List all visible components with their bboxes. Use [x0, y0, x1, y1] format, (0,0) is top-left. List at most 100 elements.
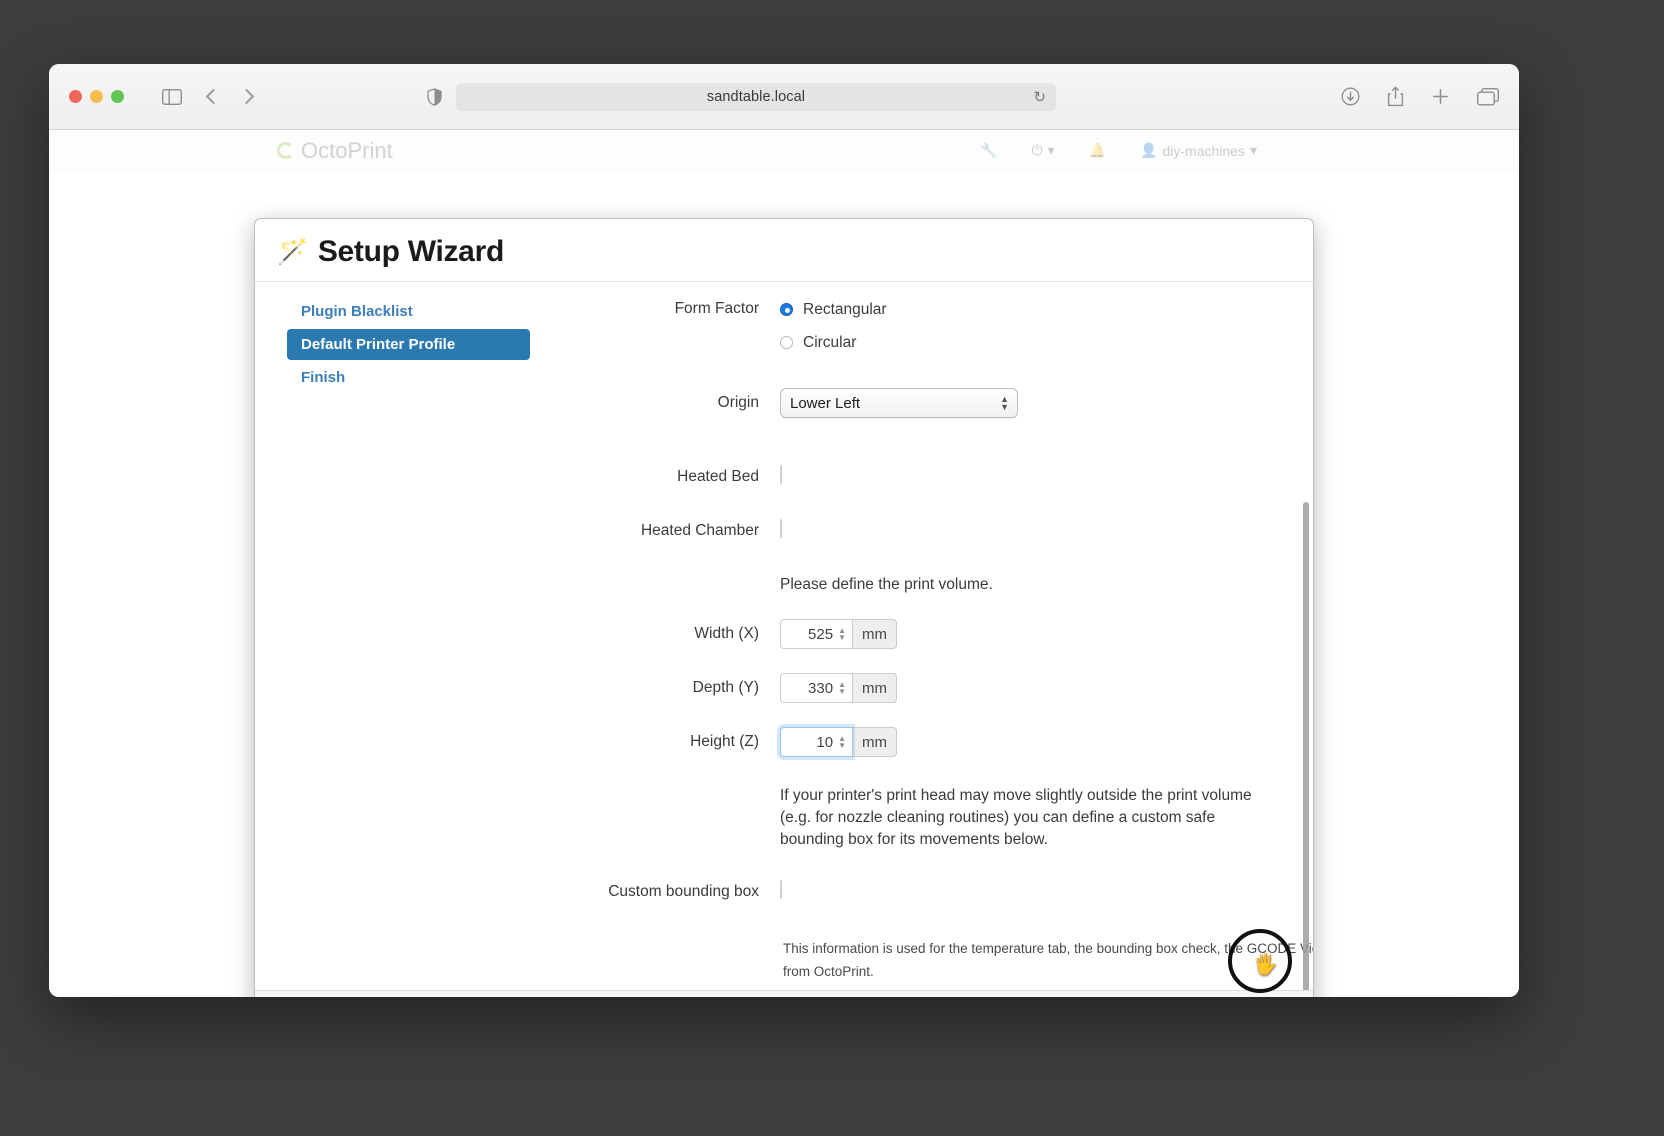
wizard-header: 🪄 Setup Wizard [255, 219, 1313, 282]
width-x-input[interactable]: 525 ▲ ▼ [780, 619, 852, 649]
octoprint-brand-text: OctoPrint [301, 137, 393, 163]
form-row-origin: Origin Lower Left ▲ ▼ [530, 388, 1273, 418]
wizard-footer: Previous Unless otherwise noted, you may… [255, 990, 1313, 997]
close-window-button[interactable] [69, 90, 82, 103]
depth-y-stepper-icon[interactable]: ▲ ▼ [838, 681, 846, 696]
radio-circular[interactable] [780, 336, 793, 349]
radio-rectangular-label: Rectangular [803, 300, 887, 318]
setup-wizard-modal: 🪄 Setup Wizard Plugin Blacklist Default … [254, 218, 1314, 997]
form-factor-label: Form Factor [674, 300, 759, 317]
width-x-label: Width (X) [694, 625, 759, 642]
power-glyph: ⏻ [1031, 142, 1043, 158]
address-bar[interactable]: sandtable.local ↻ [456, 82, 1056, 111]
wizard-nav-default-printer-profile[interactable]: Default Printer Profile [287, 329, 530, 360]
origin-select[interactable]: Lower Left [780, 388, 1018, 418]
height-z-field-group[interactable]: 10 ▲ ▼ mm [780, 727, 897, 757]
toolbar-right-group [1341, 86, 1499, 107]
username-label: diy-machines [1162, 142, 1245, 159]
width-x-value: 525 [808, 625, 834, 643]
form-row-custom-bounding-box: Custom bounding box [530, 880, 1273, 903]
heated-bed-label: Heated Bed [677, 468, 759, 485]
wizard-title-text: Setup Wizard [317, 235, 504, 268]
form-row-depth-y: Depth (Y) 330 ▲ ▼ mm [530, 673, 1273, 703]
magic-wand-icon: 🪄 [277, 237, 308, 266]
chevron-down-icon: ▾ [1047, 142, 1055, 158]
heated-bed-checkbox[interactable] [780, 465, 782, 484]
form-row-width-x: Width (X) 525 ▲ ▼ mm [530, 619, 1273, 649]
form-row-print-volume-help: Please define the print volume. [530, 574, 1273, 596]
forward-chevron-icon[interactable] [238, 88, 255, 105]
wrench-icon[interactable]: 🔧 [980, 142, 997, 159]
wizard-nav-list: Plugin Blacklist Default Printer Profile… [255, 282, 530, 990]
origin-select-wrap[interactable]: Lower Left ▲ ▼ [780, 388, 1018, 418]
form-row-form-factor: Form Factor Rectangular Circular [530, 298, 1273, 364]
height-z-control: 10 ▲ ▼ mm [780, 727, 1273, 757]
zoom-window-button[interactable] [111, 90, 124, 103]
printer-profile-form: Form Factor Rectangular Circular Origin … [530, 282, 1313, 990]
width-x-field-group[interactable]: 525 ▲ ▼ mm [780, 619, 897, 649]
tab-overview-icon[interactable] [1477, 87, 1499, 106]
minimize-window-button[interactable] [90, 90, 103, 103]
height-z-input[interactable]: 10 ▲ ▼ [780, 727, 852, 757]
depth-y-label: Depth (Y) [692, 679, 759, 696]
share-icon[interactable] [1387, 86, 1404, 107]
modal-scrollbar[interactable] [1303, 502, 1309, 990]
browser-window: sandtable.local ↻ OctoPrint 🔧 ⏻ ▾ 🔔 👤 di… [49, 64, 1519, 997]
height-z-unit: mm [852, 727, 897, 757]
page-content: OctoPrint 🔧 ⏻ ▾ 🔔 👤 diy-machines ▾ 🪄 Set… [49, 130, 1519, 997]
origin-control: Lower Left ▲ ▼ [780, 388, 1273, 418]
privacy-shield-icon[interactable] [427, 87, 442, 106]
page-title: 🪄 Setup Wizard [277, 235, 1291, 269]
depth-y-input[interactable]: 330 ▲ ▼ [780, 673, 852, 703]
radio-rectangular[interactable] [780, 303, 793, 316]
chevron-down-icon: ▾ [1249, 142, 1257, 158]
print-volume-help-text: Please define the print volume. [780, 576, 993, 593]
custom-bounding-box-checkbox[interactable] [780, 880, 782, 899]
desktop-background: sandtable.local ↻ OctoPrint 🔧 ⏻ ▾ 🔔 👤 di… [0, 0, 1664, 1136]
downloads-icon[interactable] [1341, 87, 1360, 106]
reload-icon[interactable]: ↻ [1033, 88, 1046, 106]
custom-bbox-label: Custom bounding box [608, 883, 759, 900]
avatar-icon: 👤 [1140, 142, 1158, 158]
form-row-heated-chamber: Heated Chamber [530, 519, 1273, 542]
form-factor-circular-option[interactable]: Circular [780, 331, 1273, 354]
octoprint-header: OctoPrint 🔧 ⏻ ▾ 🔔 👤 diy-machines ▾ [49, 130, 1519, 172]
new-tab-icon[interactable] [1431, 87, 1450, 106]
height-z-label: Height (Z) [690, 733, 759, 750]
depth-y-unit: mm [852, 673, 897, 703]
form-row-heated-bed: Heated Bed [530, 465, 1273, 488]
back-chevron-icon[interactable] [205, 88, 222, 105]
heated-chamber-control [780, 519, 1273, 538]
octoprint-logo: OctoPrint [277, 138, 393, 164]
power-icon[interactable]: ⏻ ▾ [1032, 142, 1055, 159]
width-x-stepper-icon[interactable]: ▲ ▼ [838, 627, 846, 642]
bounding-box-help-text: If your printer's print head may move sl… [780, 787, 1252, 848]
browser-toolbar: sandtable.local ↻ [49, 64, 1519, 130]
depth-y-value: 330 [808, 679, 834, 697]
heated-chamber-checkbox[interactable] [780, 519, 782, 538]
user-menu[interactable]: 👤 diy-machines ▾ [1140, 142, 1257, 159]
origin-label: Origin [717, 394, 759, 411]
form-factor-rectangular-option[interactable]: Rectangular [780, 298, 1273, 321]
height-z-stepper-icon[interactable]: ▲ ▼ [838, 735, 846, 750]
wizard-body: Plugin Blacklist Default Printer Profile… [255, 282, 1313, 990]
wizard-nav-plugin-blacklist[interactable]: Plugin Blacklist [287, 296, 530, 327]
width-x-control: 525 ▲ ▼ mm [780, 619, 1273, 649]
wizard-nav-finish[interactable]: Finish [287, 362, 530, 393]
url-text: sandtable.local [706, 88, 806, 105]
radio-circular-label: Circular [803, 333, 857, 351]
heated-bed-control [780, 465, 1273, 484]
depth-y-control: 330 ▲ ▼ mm [780, 673, 1273, 703]
form-row-bounding-help: If your printer's print head may move sl… [530, 785, 1273, 851]
octoprint-nav-right: 🔧 ⏻ ▾ 🔔 👤 diy-machines ▾ [980, 142, 1257, 159]
profile-info-note: This information is used for the tempera… [783, 941, 1313, 979]
bell-icon[interactable]: 🔔 [1089, 142, 1106, 159]
custom-bbox-control [780, 880, 1273, 899]
octoprint-ring-icon [277, 142, 294, 159]
depth-y-field-group[interactable]: 330 ▲ ▼ mm [780, 673, 897, 703]
form-row-height-z: Height (Z) 10 ▲ ▼ mm [530, 727, 1273, 757]
window-controls [69, 90, 124, 103]
heated-chamber-label: Heated Chamber [640, 522, 759, 539]
width-x-unit: mm [852, 619, 897, 649]
sidebar-icon[interactable] [162, 88, 182, 105]
